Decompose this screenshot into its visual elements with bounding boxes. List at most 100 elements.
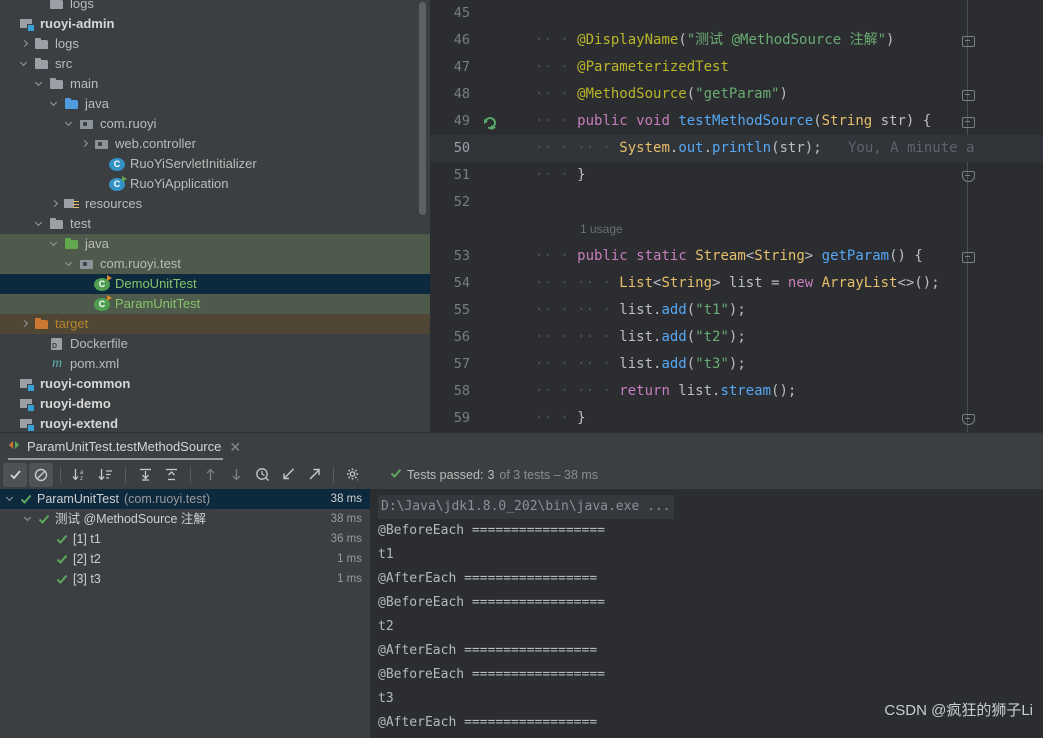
chevron-down-icon[interactable] bbox=[50, 99, 61, 110]
editor-line[interactable]: 50 ·· · ·· · System.out.println(str); You,… bbox=[430, 135, 1043, 162]
close-icon[interactable]: ✕ bbox=[229, 440, 241, 454]
project-tree-item-com-ruoyi-test[interactable]: com.ruoyi.test bbox=[0, 254, 430, 274]
test-duration: 1 ms bbox=[337, 573, 362, 585]
usage-hint[interactable]: 1 usage bbox=[580, 216, 623, 243]
expand-all-button[interactable] bbox=[133, 463, 157, 487]
sort-alphabetically-button[interactable]: az bbox=[68, 463, 92, 487]
project-tree-item-resources[interactable]: resources bbox=[0, 194, 430, 214]
sort-by-duration-button[interactable] bbox=[94, 463, 118, 487]
project-tree-item-main[interactable]: main bbox=[0, 74, 430, 94]
editor-line[interactable]: 51 ·· · } bbox=[430, 162, 1043, 189]
project-tree-item-demounittest[interactable]: C DemoUnitTest bbox=[0, 274, 430, 294]
project-tree-item-logs[interactable]: logs bbox=[0, 34, 430, 54]
previous-failed-test-button[interactable] bbox=[198, 463, 222, 487]
test-tree-row[interactable]: 测试 @MethodSource 注解 38 ms bbox=[0, 509, 370, 529]
fold-marker-icon[interactable] bbox=[961, 27, 975, 54]
chevron-right-icon[interactable] bbox=[80, 139, 91, 150]
svg-text:z: z bbox=[80, 476, 83, 482]
project-tree-item-com-ruoyi[interactable]: com.ruoyi bbox=[0, 114, 430, 134]
project-tree-item-ruoyiservletinitializer[interactable]: C RuoYiServletInitializer bbox=[0, 154, 430, 174]
project-tree-item-test[interactable]: test bbox=[0, 214, 430, 234]
editor-code-text: ·· · @MethodSource("getParam") bbox=[535, 86, 788, 102]
project-tree-item-ruoyi-demo[interactable]: ruoyi-demo bbox=[0, 394, 430, 414]
run-success-icon[interactable] bbox=[482, 114, 498, 131]
code-editor[interactable]: 45 46 ·· · @DisplayName("测试 @MethodSource … bbox=[430, 0, 1043, 433]
chevron-right-icon[interactable] bbox=[20, 39, 31, 50]
project-tree-item-label: java bbox=[85, 236, 109, 251]
chevron-down-icon[interactable] bbox=[35, 219, 46, 230]
run-tab-icon bbox=[8, 439, 20, 454]
editor-line[interactable]: 46 ·· · @DisplayName("测试 @MethodSource 注解… bbox=[430, 27, 1043, 54]
project-tree-scrollbar[interactable] bbox=[419, 2, 426, 215]
test-history-button[interactable] bbox=[250, 463, 274, 487]
chevron-down-icon[interactable] bbox=[65, 259, 76, 270]
editor-line[interactable]: 49 ·· · public void testMethodSource(Stri… bbox=[430, 108, 1043, 135]
project-tree-item-ruoyi-admin[interactable]: ruoyi-admin bbox=[0, 14, 430, 34]
test-results-tree[interactable]: ParamUnitTest (com.ruoyi.test) 38 ms 测试 @Me… bbox=[0, 489, 370, 738]
module-icon bbox=[19, 16, 35, 32]
editor-line[interactable]: 57 ·· · ·· · list.add("t3"); bbox=[430, 351, 1043, 378]
toolbar-separator bbox=[60, 466, 61, 483]
project-tool-window[interactable]: logs ruoyi-admin logs src main java com.ruoyi w… bbox=[0, 0, 430, 433]
fold-marker-icon[interactable] bbox=[961, 162, 975, 189]
project-tree-item-ruoyiapplication[interactable]: C RuoYiApplication bbox=[0, 174, 430, 194]
test-tree-row[interactable]: ParamUnitTest (com.ruoyi.test) 38 ms bbox=[0, 489, 370, 509]
project-tree-item-label: DemoUnitTest bbox=[115, 276, 197, 291]
project-tree-item-label: com.ruoyi.test bbox=[100, 256, 181, 271]
project-tree-item-pom-xml[interactable]: m pom.xml bbox=[0, 354, 430, 374]
line-number: 58 bbox=[453, 383, 470, 399]
fold-marker-icon[interactable] bbox=[961, 108, 975, 135]
chevron-right-icon[interactable] bbox=[50, 199, 61, 210]
project-tree-item-logs[interactable]: logs bbox=[0, 0, 430, 14]
folder-icon bbox=[49, 76, 65, 92]
console-text: @BeforeEach ================= bbox=[378, 595, 605, 610]
tests-passed-count: 3 bbox=[487, 467, 495, 482]
fold-marker-icon[interactable] bbox=[961, 243, 975, 270]
editor-line[interactable]: 54 ·· · ·· · List<String> list = new Arra… bbox=[430, 270, 1043, 297]
test-tree-row[interactable]: [3] t3 1 ms bbox=[0, 569, 370, 589]
fold-marker-icon[interactable] bbox=[961, 81, 975, 108]
project-tree-item-ruoyi-extend[interactable]: ruoyi-extend bbox=[0, 414, 430, 433]
chevron-down-icon[interactable] bbox=[50, 239, 61, 250]
export-tests-button[interactable] bbox=[302, 463, 326, 487]
editor-line[interactable]: 48 ·· · @MethodSource("getParam") bbox=[430, 81, 1043, 108]
editor-line[interactable]: 56 ·· · ·· · list.add("t2"); bbox=[430, 324, 1043, 351]
editor-line[interactable]: 45 bbox=[430, 0, 1043, 27]
editor-line[interactable]: 53 ·· · public static Stream<String> getP… bbox=[430, 243, 1043, 270]
editor-code-text: ·· · public void testMethodSource(String… bbox=[535, 113, 932, 129]
editor-line[interactable]: 1 usage bbox=[430, 216, 1043, 243]
editor-line[interactable]: 55 ·· · ·· · list.add("t1"); bbox=[430, 297, 1043, 324]
chevron-right-icon[interactable] bbox=[20, 319, 31, 330]
collapse-all-button[interactable] bbox=[159, 463, 183, 487]
show-ignored-toggle[interactable] bbox=[29, 462, 53, 487]
chevron-down-icon[interactable] bbox=[20, 59, 31, 70]
line-number: 45 bbox=[453, 5, 470, 21]
test-passed-icon bbox=[56, 533, 68, 545]
project-tree-item-dockerfile[interactable]: Dockerfile bbox=[0, 334, 430, 354]
project-tree-item-ruoyi-common[interactable]: ruoyi-common bbox=[0, 374, 430, 394]
chevron-down-icon[interactable] bbox=[24, 514, 35, 525]
project-tree-item-paramunittest[interactable]: C ParamUnitTest bbox=[0, 294, 430, 314]
editor-line[interactable]: 52 bbox=[430, 189, 1043, 216]
project-tree-item-java[interactable]: java bbox=[0, 94, 430, 114]
project-tree-item-java[interactable]: java bbox=[0, 234, 430, 254]
project-tree-item-src[interactable]: src bbox=[0, 54, 430, 74]
test-tree-row[interactable]: [2] t2 1 ms bbox=[0, 549, 370, 569]
fold-marker-icon[interactable] bbox=[961, 405, 975, 432]
import-tests-button[interactable] bbox=[276, 463, 300, 487]
test-status-bar: Tests passed: 3 of 3 tests – 38 ms bbox=[390, 460, 598, 489]
editor-line[interactable]: 59 ·· · } bbox=[430, 405, 1043, 432]
package-icon bbox=[79, 256, 95, 272]
show-passed-toggle[interactable] bbox=[3, 462, 27, 487]
editor-line[interactable]: 47 ·· · @ParameterizedTest bbox=[430, 54, 1043, 81]
chevron-down-icon[interactable] bbox=[6, 494, 17, 505]
run-configuration-tab[interactable]: ParamUnitTest.testMethodSource ✕ bbox=[8, 433, 241, 460]
next-failed-test-button[interactable] bbox=[224, 463, 248, 487]
project-tree-item-target[interactable]: target bbox=[0, 314, 430, 334]
chevron-down-icon[interactable] bbox=[65, 119, 76, 130]
settings-button[interactable] bbox=[341, 463, 365, 487]
editor-line[interactable]: 58 ·· · ·· · return list.stream(); bbox=[430, 378, 1043, 405]
test-tree-row[interactable]: [1] t1 36 ms bbox=[0, 529, 370, 549]
project-tree-item-web-controller[interactable]: web.controller bbox=[0, 134, 430, 154]
chevron-down-icon[interactable] bbox=[35, 79, 46, 90]
